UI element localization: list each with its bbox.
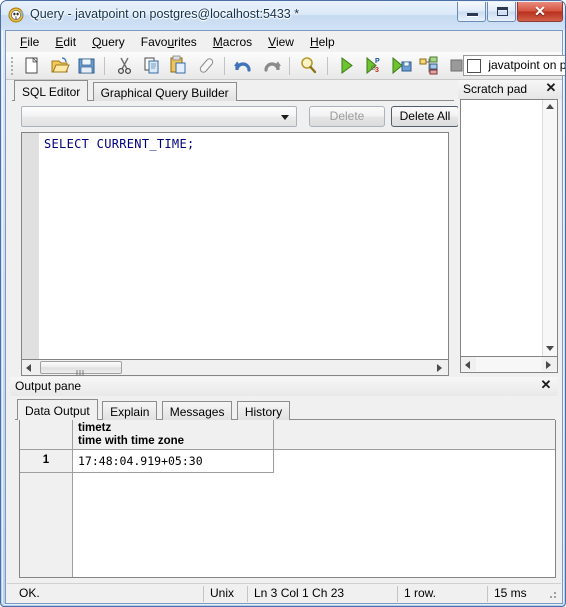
explain-analyze-icon[interactable] [417,54,440,77]
scratch-pad-title: Scratch pad [463,82,528,96]
close-button[interactable]: ✕ [517,2,563,22]
chevron-down-icon [281,115,289,120]
tab-data-output[interactable]: Data Output [17,399,98,420]
redo-icon[interactable] [260,54,283,77]
grid-empty-gutter [20,473,73,577]
client-area: File Edit Query Favourites Macros View H… [5,30,565,604]
grid-column-header[interactable]: timetz time with time zone [73,420,274,450]
toolbar-separator [224,57,226,75]
close-icon: ✕ [534,3,546,19]
menu-macros[interactable]: Macros [205,33,260,51]
output-tabstrip: Data Output Explain Messages History [17,399,291,420]
cut-icon[interactable] [113,54,136,77]
editor-tabstrip: SQL Editor Graphical Query Builder [14,80,238,101]
scroll-right-arrow[interactable] [433,360,448,374]
editor-gutter [22,133,39,359]
scratch-pad-header: Scratch pad ✕ [458,80,562,99]
scratch-pad-panel: Scratch pad ✕ [458,80,562,375]
scratch-scroll-right-arrow[interactable] [542,357,557,371]
save-file-icon[interactable] [75,54,98,77]
scratch-pad-horizontal-scrollbar[interactable] [460,357,558,373]
sql-text-area[interactable]: SELECT CURRENT_TIME; [21,132,449,360]
menu-edit[interactable]: Edit [47,33,84,51]
tab-messages[interactable]: Messages [161,401,233,420]
explain-query-icon[interactable]: P3G [363,54,386,77]
execute-to-file-icon[interactable] [390,54,413,77]
status-message: OK. [19,586,40,600]
scratch-pad-close-icon[interactable]: ✕ [544,81,558,96]
status-row-count: 1 row. [397,586,487,602]
toolbar-grip[interactable] [9,55,14,75]
toolbar-separator [289,57,291,75]
output-pane: Output pane ✕ Data Output Explain Messag… [7,377,561,584]
delete-all-button[interactable]: Delete All [391,106,459,127]
output-pane-title: Output pane [15,379,82,393]
new-file-icon[interactable] [20,54,43,77]
menu-bar: File Edit Query Favourites Macros View H… [6,31,562,52]
menu-favourites[interactable]: Favourites [133,33,205,51]
title-bar[interactable]: Query - javatpoint on postgres@localhost… [1,1,565,30]
database-selector[interactable]: javatpoint on postg [463,55,566,76]
sql-editor-panel: SQL Editor Graphical Query Builder Delet… [7,80,459,376]
query-history-combo[interactable] [21,106,297,127]
open-file-icon[interactable] [48,54,71,77]
caption-buttons: ✕ [456,2,563,22]
scroll-left-arrow[interactable] [22,360,37,374]
svg-text:G: G [371,66,376,72]
toolbar-separator [326,57,328,75]
database-selector-label: javatpoint on postg [488,58,566,72]
tab-graphical-query-builder[interactable]: Graphical Query Builder [92,82,237,101]
grid-row-number[interactable]: 1 [20,450,73,473]
grid-column-name: timetz [78,422,112,434]
output-pane-close-icon[interactable]: ✕ [539,378,553,393]
status-bar: OK. Unix Ln 3 Col 1 Ch 23 1 row. 15 ms [7,583,561,602]
scratch-scroll-left-arrow[interactable] [461,357,476,371]
minimize-button[interactable] [457,2,486,22]
sql-horizontal-scrollbar[interactable] [21,360,449,376]
minimize-icon [467,13,478,17]
execute-query-icon[interactable] [335,54,358,77]
grid-data-cell[interactable]: 17:48:04.919+05:30 [73,450,274,473]
scroll-thumb-grip-icon [76,365,86,376]
menu-view[interactable]: View [260,33,302,51]
scroll-down-arrow[interactable] [543,342,557,356]
scroll-thumb-horizontal[interactable] [40,361,122,376]
clear-eraser-icon[interactable] [195,54,218,77]
window-title: Query - javatpoint on postgres@localhost… [30,7,300,21]
tab-sql-editor[interactable]: SQL Editor [14,80,89,101]
grid-column-type: time with time zone [78,435,185,447]
tab-history[interactable]: History [236,401,291,420]
undo-icon[interactable] [232,54,255,77]
query-history-row: Delete Delete All [21,106,459,127]
data-output-grid[interactable]: timetz time with time zone 1 17:48:04.91… [19,420,556,578]
toolbar-separator [104,57,106,75]
menu-query[interactable]: Query [84,33,133,51]
menu-help[interactable]: Help [302,33,343,51]
copy-icon[interactable] [140,54,163,77]
scratch-pad-textarea[interactable] [460,99,558,357]
status-line-ending: Unix [203,586,247,602]
grid-header-filler [274,420,555,450]
scroll-up-arrow[interactable] [543,100,557,114]
status-cursor-position: Ln 3 Col 1 Ch 23 [247,586,397,602]
resize-grip-icon[interactable] [546,588,558,600]
svg-text:P: P [375,58,380,65]
paste-icon[interactable] [167,54,190,77]
maximize-button[interactable] [487,2,516,22]
query-tool-window: Query - javatpoint on postgres@localhost… [0,0,566,607]
maximize-icon [497,7,508,16]
toolbar: P3G ? javatpoint on pos [6,52,565,80]
scratch-pad-vertical-scrollbar[interactable] [542,100,557,356]
tab-explain[interactable]: Explain [102,401,158,420]
grid-corner-cell[interactable] [20,420,73,450]
menu-file[interactable]: File [12,33,47,51]
database-checkbox[interactable] [467,59,481,73]
output-pane-header: Output pane ✕ [10,377,558,396]
pgadmin-elephant-icon [8,6,26,24]
find-replace-icon[interactable] [297,54,320,77]
delete-button[interactable]: Delete [309,106,385,127]
sql-query-text: SELECT CURRENT_TIME; [44,137,195,151]
